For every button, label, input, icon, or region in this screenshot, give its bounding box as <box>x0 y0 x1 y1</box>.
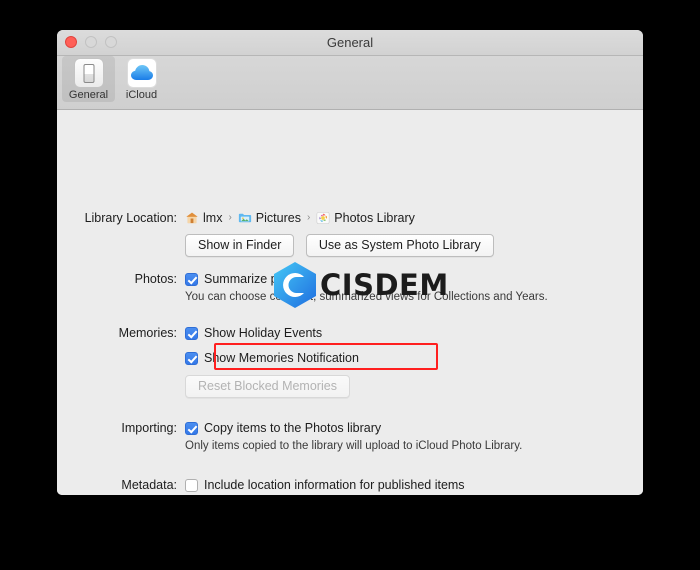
row-memories: Memories: Show Holiday Events Show Memor… <box>57 325 643 398</box>
copy-items-to-photos-library-label: Copy items to the Photos library <box>204 421 382 435</box>
checkbox-icon-checked <box>185 351 198 365</box>
breadcrumb-separator: › <box>228 212 232 223</box>
tab-icloud[interactable]: iCloud <box>115 56 168 102</box>
metadata-label: Metadata: <box>121 478 177 492</box>
reset-blocked-memories-button[interactable]: Reset Blocked Memories <box>185 375 350 398</box>
preferences-content: Library Location: lmx › Pictures › Photo… <box>57 110 643 495</box>
tab-icloud-label: iCloud <box>125 89 158 101</box>
tab-general[interactable]: General <box>62 56 115 102</box>
breadcrumb-item-photos-library[interactable]: Photos Library <box>316 210 415 226</box>
photos-label: Photos: <box>134 272 177 286</box>
breadcrumb-separator-2: › <box>306 212 311 223</box>
importing-hint: Only items copied to the library will up… <box>185 440 523 452</box>
use-as-system-photo-library-button[interactable]: Use as System Photo Library <box>305 234 494 257</box>
cloud-icon <box>126 58 157 88</box>
show-in-finder-button[interactable]: Show in Finder <box>185 234 295 257</box>
checkbox-icon-unchecked <box>185 478 198 492</box>
row-photos: Photos: Summarize photos You can choose … <box>57 271 643 304</box>
breadcrumb-pictures-label: Pictures <box>255 211 301 225</box>
importing-label: Importing: <box>121 421 177 435</box>
checkbox-icon-checked <box>185 326 198 340</box>
home-icon <box>186 212 198 224</box>
checkbox-icon-checked <box>185 421 198 435</box>
show-memories-notification-checkbox[interactable]: Show Memories Notification <box>185 350 359 366</box>
show-holiday-events-checkbox[interactable]: Show Holiday Events <box>185 325 359 341</box>
row-library-buttons: Show in Finder Use as System Photo Libra… <box>57 234 643 257</box>
breadcrumb-item-pictures[interactable]: Pictures <box>238 210 301 226</box>
summarize-photos-label: Summarize photos <box>204 272 309 286</box>
traffic-light-buttons <box>65 36 117 48</box>
breadcrumb: lmx › Pictures › Photos Library <box>185 210 415 226</box>
minimize-button[interactable] <box>85 36 97 48</box>
show-memories-notification-label: Show Memories Notification <box>204 351 359 365</box>
preferences-toolbar: General iCloud <box>57 56 643 110</box>
preferences-window: General General iCloud Library Location:… <box>57 30 643 495</box>
row-library-location: Library Location: lmx › Pictures › Photo… <box>57 210 643 226</box>
library-location-label: Library Location: <box>84 211 177 225</box>
window-title: General <box>326 35 374 50</box>
show-holiday-events-label: Show Holiday Events <box>204 326 323 340</box>
photos-hint: You can choose compact, summarized views… <box>185 291 548 303</box>
checkbox-icon-checked <box>185 272 198 286</box>
toggle-switch-icon <box>73 58 104 88</box>
include-location-information-label: Include location information for publish… <box>204 478 465 492</box>
copy-items-to-photos-library-checkbox[interactable]: Copy items to the Photos library <box>185 420 522 436</box>
breadcrumb-photos-library-label: Photos Library <box>334 211 415 225</box>
summarize-photos-checkbox[interactable]: Summarize photos <box>185 271 548 287</box>
memories-label: Memories: <box>118 326 177 340</box>
window-titlebar: General <box>57 30 643 56</box>
zoom-button[interactable] <box>105 36 117 48</box>
breadcrumb-item-home[interactable]: lmx <box>185 210 222 226</box>
close-button[interactable] <box>65 36 77 48</box>
tab-general-label: General <box>68 89 109 101</box>
include-location-information-checkbox[interactable]: Include location information for publish… <box>185 477 465 493</box>
breadcrumb-home-label: lmx <box>203 211 223 225</box>
row-metadata: Metadata: Include location information f… <box>57 477 643 493</box>
photos-library-icon <box>316 212 330 224</box>
folder-icon <box>238 213 251 223</box>
row-importing: Importing: Copy items to the Photos libr… <box>57 420 643 453</box>
